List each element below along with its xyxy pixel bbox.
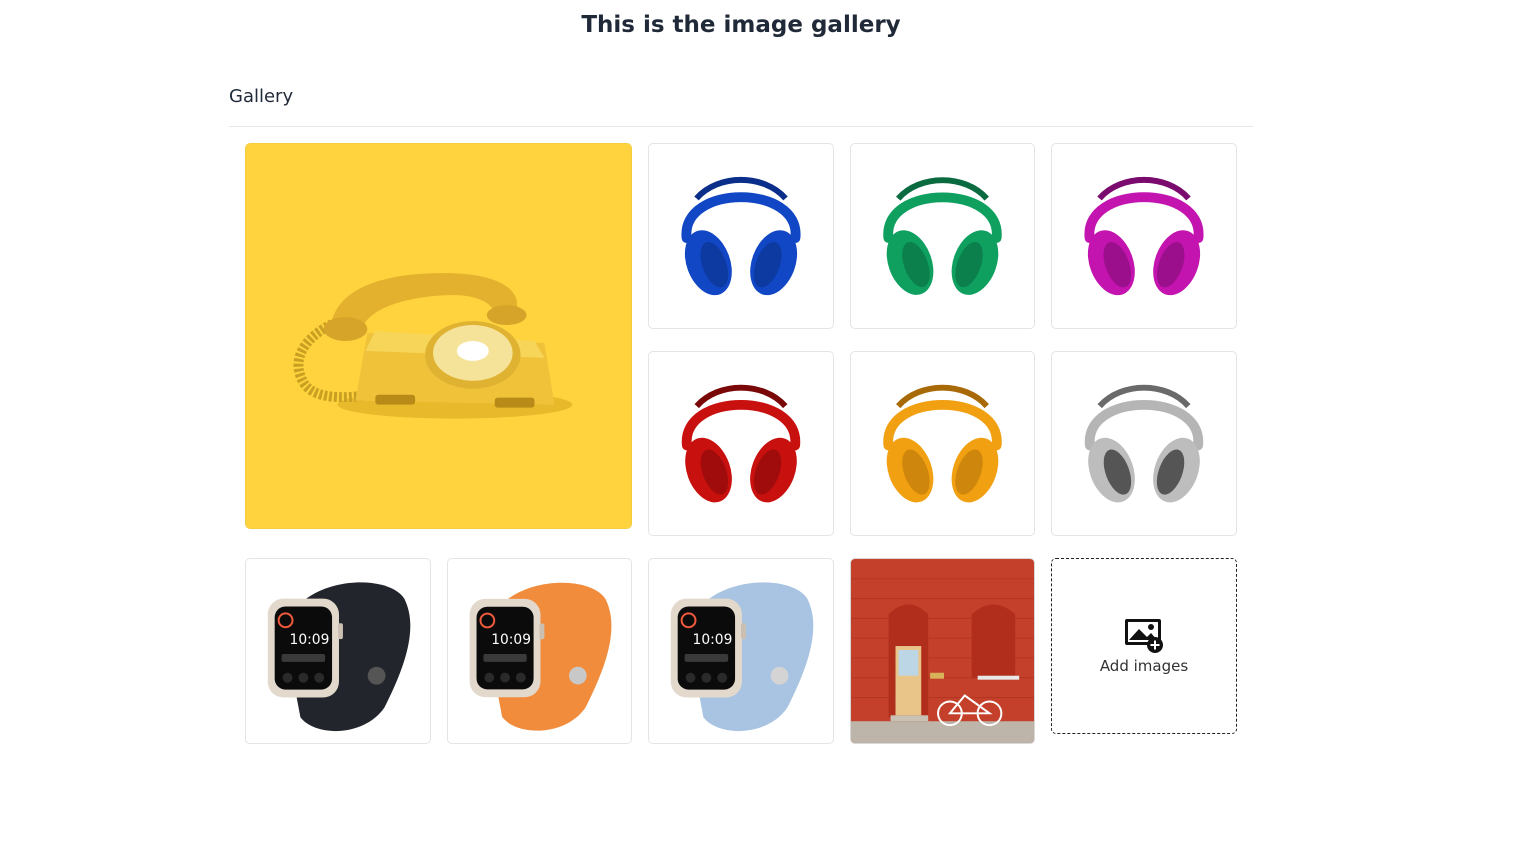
gallery-image-gray-headphones[interactable] [1051,351,1237,536]
add-image-icon [1125,619,1163,653]
gallery-heading: Gallery [229,86,294,107]
yellow-telephone-illustration [246,144,631,528]
red-headphones-illustration [681,384,801,503]
orange-headphones-illustration [883,384,1002,503]
gallery-image-green-headphones[interactable] [850,143,1035,329]
watch-time: 10:09 [693,632,733,648]
gallery-image-blue-headphones[interactable] [648,143,834,329]
page-title: This is the image gallery [581,12,901,38]
gallery-divider [229,126,1253,127]
red-wall-door-illustration [851,559,1034,743]
gallery-image-red-wall-door[interactable] [850,558,1035,744]
gallery-image-lightblue-watch[interactable]: 10:09 [648,558,834,744]
add-images-button[interactable]: Add images [1051,558,1237,734]
lightblue-watch-illustration: 10:09 [670,582,814,732]
gray-headphones-illustration [1084,384,1204,503]
watch-time: 10:09 [491,632,531,648]
gallery-image-yellow-telephone[interactable] [245,143,632,529]
blue-headphones-illustration [681,177,801,296]
gallery-image-red-headphones[interactable] [648,351,834,536]
gallery-image-magenta-headphones[interactable] [1051,143,1237,329]
gallery-image-orange-headphones[interactable] [850,351,1035,536]
watch-time: 10:09 [290,632,330,648]
green-headphones-illustration [883,177,1002,295]
gallery-image-black-watch[interactable]: 10:09 [245,558,431,744]
gallery-image-orange-watch[interactable]: 10:09 [447,558,632,744]
orange-watch-illustration: 10:09 [469,582,612,731]
add-images-label: Add images [1099,657,1189,675]
black-watch-illustration: 10:09 [267,582,411,732]
magenta-headphones-illustration [1084,177,1204,296]
